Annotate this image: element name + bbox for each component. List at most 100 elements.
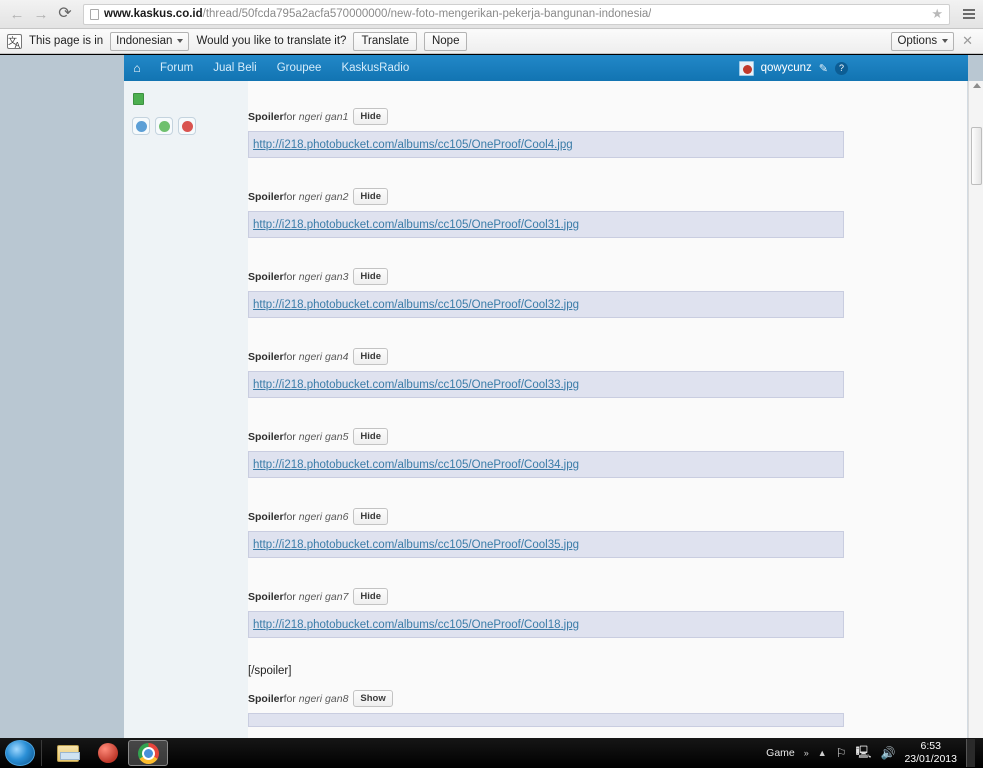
image-link[interactable]: http://i218.photobucket.com/albums/cc105… [253, 539, 579, 551]
options-button-label: Options [897, 35, 938, 47]
spoiler-block: Spoilerfor ngeri gan8 Show [248, 690, 844, 727]
url-path: /thread/50fcda795a2acfa570000000/new-fot… [202, 8, 652, 20]
tray-game-label[interactable]: Game [766, 747, 795, 759]
flag-icon[interactable]: ⚐ [836, 746, 847, 760]
closing-spoiler-tag: [/spoiler] [248, 665, 292, 677]
spoiler-caption: Spoilerfor ngeri gan7 [248, 590, 349, 603]
scroll-up-icon[interactable] [973, 83, 981, 88]
spoiler-body: http://i218.photobucket.com/albums/cc105… [248, 451, 844, 478]
chevron-up-icon[interactable]: ▲ [818, 748, 827, 758]
green-status-badge [133, 93, 144, 105]
infobar-right-group: Options ✕ [891, 31, 976, 51]
taskbar-item-explorer[interactable] [48, 740, 88, 766]
image-link[interactable]: http://i218.photobucket.com/albums/cc105… [253, 139, 573, 151]
pencil-icon[interactable]: ✎ [819, 62, 828, 75]
image-link[interactable]: http://i218.photobucket.com/albums/cc105… [253, 299, 579, 311]
help-icon[interactable]: ? [835, 61, 848, 75]
image-link[interactable]: http://i218.photobucket.com/albums/cc105… [253, 219, 579, 231]
navbar-user-group: qowycunz ✎ ? [738, 60, 968, 76]
nav-item-kaskusradio[interactable]: KaskusRadio [331, 55, 419, 81]
infobar-message-prefix: This page is in [29, 35, 104, 47]
image-link[interactable]: http://i218.photobucket.com/albums/cc105… [253, 459, 579, 471]
spoiler-block: Spoilerfor ngeri gan6 Hide http://i218.p… [248, 508, 844, 558]
spoiler-title: ngeri gan2 [298, 190, 349, 203]
spoiler-caption: Spoilerfor ngeri gan1 [248, 110, 349, 123]
reload-icon[interactable]: ⟳ [54, 3, 76, 25]
browser-toolbar: ← → ⟳ www.kaskus.co.id/thread/50fcda795a… [0, 0, 983, 29]
nope-button[interactable]: Nope [423, 31, 468, 51]
close-icon[interactable]: ✕ [962, 33, 976, 49]
spoiler-caption: Spoilerfor ngeri gan4 [248, 350, 349, 363]
explorer-icon [57, 744, 80, 762]
sidebar-icon-group [132, 117, 196, 135]
spoiler-header: Spoilerfor ngeri gan1 Hide [248, 108, 844, 125]
red-app-icon [98, 743, 118, 763]
avatar[interactable] [738, 60, 754, 76]
page-info-icon [90, 8, 99, 20]
spoiler-toggle-button[interactable]: Hide [353, 508, 388, 525]
home-icon[interactable]: ⌂ [124, 55, 150, 81]
spoiler-title: ngeri gan1 [298, 110, 349, 123]
spoiler-header: Spoilerfor ngeri gan4 Hide [248, 348, 844, 365]
report-icon[interactable] [178, 117, 196, 135]
translate-icon [7, 33, 22, 50]
profile-icon[interactable] [132, 117, 150, 135]
thread-content: Spoilerfor ngeri gan1 Hide http://i218.p… [248, 81, 844, 738]
page-scrollbar[interactable] [968, 81, 983, 738]
spoiler-toggle-button[interactable]: Hide [353, 188, 388, 205]
spoiler-header: Spoilerfor ngeri gan5 Hide [248, 428, 844, 445]
clock[interactable]: 6:53 23/01/2013 [904, 740, 957, 766]
show-desktop-button[interactable] [966, 739, 975, 767]
chrome-menu-icon[interactable] [961, 3, 977, 25]
message-icon[interactable] [155, 117, 173, 135]
spoiler-title: ngeri gan5 [298, 430, 349, 443]
spoiler-body: http://i218.photobucket.com/albums/cc105… [248, 611, 844, 638]
spoiler-header: Spoilerfor ngeri gan8 Show [248, 690, 844, 707]
taskbar-item-red-app[interactable] [88, 740, 128, 766]
spoiler-toggle-button[interactable]: Show [353, 690, 393, 707]
options-button[interactable]: Options [891, 31, 955, 51]
username-label[interactable]: qowycunz [761, 62, 812, 74]
taskbar-separator [41, 740, 42, 766]
spoiler-toggle-button[interactable]: Hide [353, 108, 388, 125]
overflow-icon[interactable]: » [804, 748, 809, 758]
spoiler-toggle-button[interactable]: Hide [353, 268, 388, 285]
taskbar-item-chrome[interactable] [128, 740, 168, 766]
spoiler-toggle-button[interactable]: Hide [353, 588, 388, 605]
spoiler-body: http://i218.photobucket.com/albums/cc105… [248, 371, 844, 398]
clock-date: 23/01/2013 [904, 753, 957, 765]
site-navbar: ⌂ Forum Jual Beli Groupee KaskusRadio qo… [0, 55, 968, 81]
spoiler-caption: Spoilerfor ngeri gan6 [248, 510, 349, 523]
spoiler-body [248, 713, 844, 727]
spoiler-caption: Spoilerfor ngeri gan8 [248, 692, 349, 705]
language-select[interactable]: Indonesian [110, 31, 190, 51]
image-link[interactable]: http://i218.photobucket.com/albums/cc105… [253, 379, 579, 391]
scrollbar-thumb[interactable] [971, 127, 982, 185]
translate-infobar: This page is in Indonesian Would you lik… [0, 29, 983, 54]
spoiler-body: http://i218.photobucket.com/albums/cc105… [248, 291, 844, 318]
spoiler-block: Spoilerfor ngeri gan2 Hide http://i218.p… [248, 188, 844, 238]
spoiler-block: Spoilerfor ngeri gan7 Hide http://i218.p… [248, 588, 844, 638]
nav-item-forum[interactable]: Forum [150, 55, 203, 81]
translate-button[interactable]: Translate [353, 31, 417, 51]
spoiler-body: http://i218.photobucket.com/albums/cc105… [248, 531, 844, 558]
spoiler-title: ngeri gan3 [298, 270, 349, 283]
nav-item-groupee[interactable]: Groupee [267, 55, 332, 81]
spoiler-toggle-button[interactable]: Hide [353, 428, 388, 445]
windows-taskbar: Game » ▲ ⚐ 🖳 🔊 6:53 23/01/2013 [0, 738, 983, 768]
address-bar[interactable]: www.kaskus.co.id/thread/50fcda795a2acfa5… [83, 3, 950, 25]
nav-item-jual-beli[interactable]: Jual Beli [203, 55, 266, 81]
spoiler-title: ngeri gan8 [298, 692, 349, 705]
forward-arrow-icon[interactable]: → [30, 3, 52, 25]
image-link[interactable]: http://i218.photobucket.com/albums/cc105… [253, 619, 579, 631]
address-bar-url: www.kaskus.co.id/thread/50fcda795a2acfa5… [104, 8, 651, 20]
chrome-icon [137, 742, 159, 764]
back-arrow-icon[interactable]: ← [6, 3, 28, 25]
network-icon[interactable]: 🖳 [855, 743, 871, 764]
bookmark-star-icon[interactable]: ★ [931, 6, 943, 22]
start-button[interactable] [5, 740, 35, 766]
spoiler-header: Spoilerfor ngeri gan7 Hide [248, 588, 844, 605]
spoiler-toggle-button[interactable]: Hide [353, 348, 388, 365]
volume-icon[interactable]: 🔊 [880, 746, 895, 760]
spoiler-header: Spoilerfor ngeri gan3 Hide [248, 268, 844, 285]
